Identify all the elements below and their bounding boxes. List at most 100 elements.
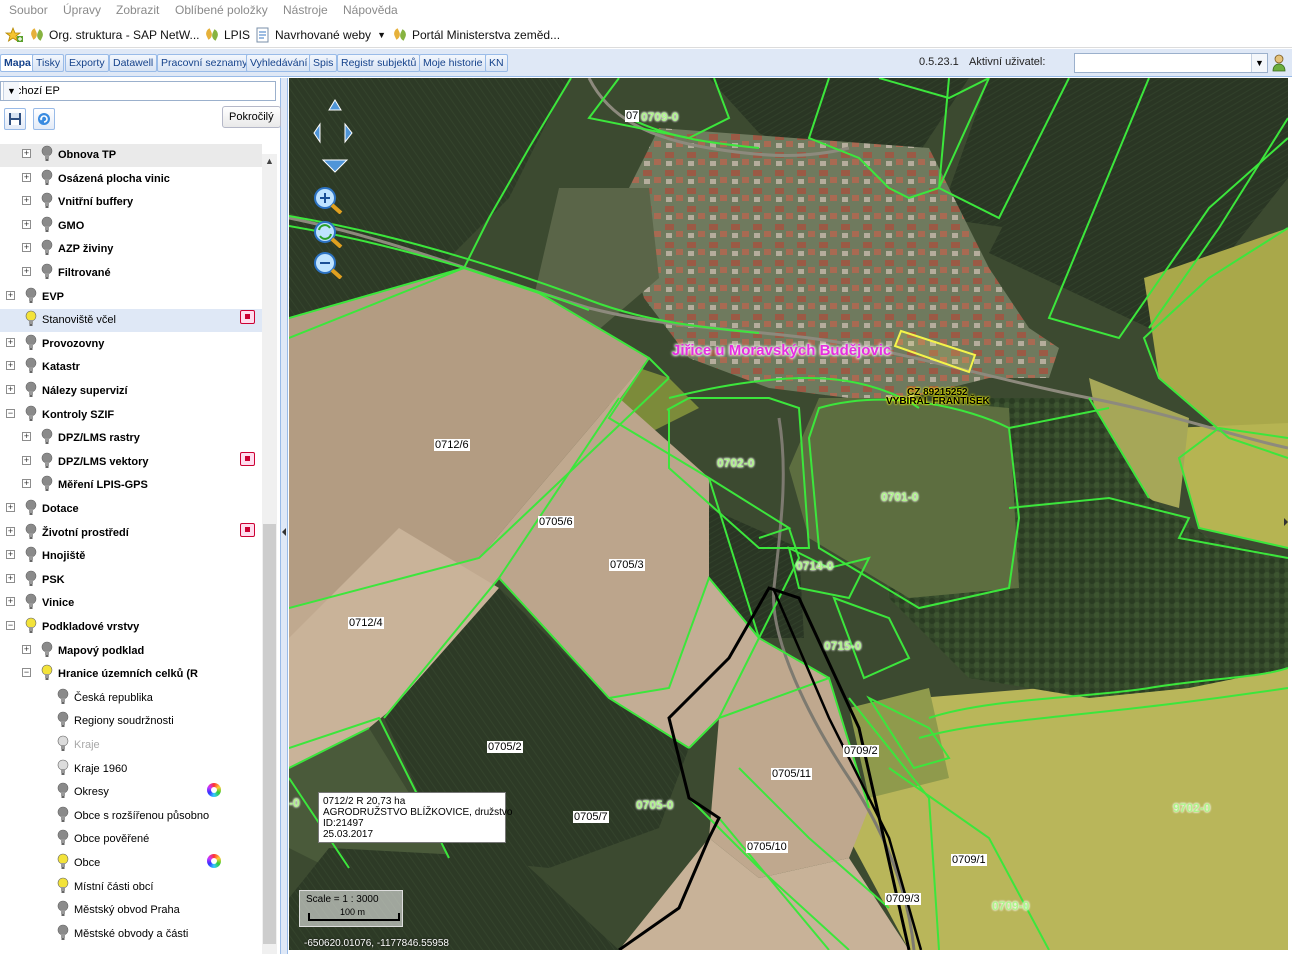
lightbulb-icon[interactable]	[25, 523, 37, 541]
layer-row[interactable]: + Katastr	[0, 356, 262, 379]
layer-settings-icon[interactable]	[240, 310, 255, 325]
layer-row[interactable]: − Kontroly SZIF	[0, 404, 262, 427]
layer-row[interactable]: + Osázená plocha vinic	[0, 168, 262, 191]
collapse-icon[interactable]: −	[6, 621, 15, 630]
collapse-arrow-icon[interactable]	[282, 528, 286, 536]
favorites-star-icon[interactable]	[5, 26, 23, 44]
layer-row[interactable]: + DPZ/LMS vektory	[0, 451, 262, 474]
layer-row[interactable]: + PSK	[0, 569, 262, 592]
lightbulb-icon[interactable]	[25, 593, 37, 611]
menu-nastroje[interactable]: Nástroje	[283, 3, 328, 17]
save-button[interactable]	[4, 108, 26, 130]
zoom-extent-icon[interactable]	[313, 220, 345, 248]
tab-exporty[interactable]: Exporty	[65, 54, 109, 72]
lightbulb-icon[interactable]	[57, 735, 69, 753]
map-view[interactable]: 07 0709-0 0712/6 0702-0 0701-0 0705/6 0705/3 07…	[289, 78, 1288, 950]
layer-row[interactable]: Obce s rozšířenou působno	[0, 805, 262, 828]
lightbulb-icon[interactable]	[41, 145, 53, 163]
layer-row[interactable]: + Provozovny	[0, 333, 262, 356]
layer-row[interactable]: Okresy	[0, 781, 262, 804]
menu-zobrazit[interactable]: Zobrazit	[116, 3, 159, 17]
collapse-icon[interactable]: −	[6, 408, 15, 418]
expand-icon[interactable]: +	[22, 455, 31, 465]
ep-select[interactable]: Výchozí EP ▼	[0, 81, 276, 101]
menu-soubor[interactable]: Soubor	[9, 3, 48, 17]
expand-icon[interactable]: +	[6, 337, 15, 347]
layer-row[interactable]: + AZP živiny	[0, 238, 262, 261]
lightbulb-icon[interactable]	[41, 664, 53, 682]
refresh-button[interactable]	[33, 108, 55, 130]
color-wheel-icon[interactable]	[207, 854, 221, 868]
lightbulb-icon[interactable]	[57, 711, 69, 729]
scroll-up-icon[interactable]: ▲	[262, 154, 277, 169]
pan-down-icon[interactable]	[321, 159, 349, 173]
collapse-icon[interactable]: −	[22, 668, 31, 678]
tab-tisky[interactable]: Tisky	[32, 54, 65, 72]
zoom-out-icon[interactable]	[313, 251, 345, 279]
expand-icon[interactable]: +	[22, 219, 31, 229]
color-wheel-icon[interactable]	[207, 783, 221, 798]
lightbulb-icon[interactable]	[25, 617, 37, 635]
expand-icon[interactable]: +	[6, 385, 15, 394]
layer-row[interactable]: + Dotace	[0, 498, 262, 521]
expand-icon[interactable]: +	[6, 361, 15, 371]
menu-upravy[interactable]: Úpravy	[63, 3, 101, 17]
expand-icon[interactable]: +	[22, 149, 31, 158]
lightbulb-icon[interactable]	[57, 806, 69, 824]
tree-scrollbar[interactable]: ▲	[262, 154, 277, 954]
lightbulb-icon[interactable]	[25, 499, 37, 517]
lightbulb-icon[interactable]	[25, 570, 37, 588]
lightbulb-icon[interactable]	[57, 782, 69, 800]
layer-row[interactable]: + Životní prostředí	[0, 522, 262, 545]
layer-row[interactable]: + EVP	[0, 286, 262, 309]
lightbulb-icon[interactable]	[57, 924, 69, 942]
layer-row[interactable]: + Vinice	[0, 592, 262, 615]
layer-row[interactable]: Místní části obcí	[0, 876, 262, 899]
collapse-right-icon[interactable]	[1284, 518, 1288, 526]
lightbulb-icon[interactable]	[25, 546, 37, 564]
lightbulb-icon[interactable]	[41, 428, 53, 446]
layer-row[interactable]: Regiony soudržnosti	[0, 710, 262, 733]
tab-moje-historie[interactable]: Moje historie	[419, 54, 487, 72]
pan-controls[interactable]	[311, 96, 359, 178]
layer-row[interactable]: − Podkladové vrstvy	[0, 616, 262, 639]
menu-oblibene[interactable]: Oblíbené položky	[175, 3, 268, 17]
lightbulb-icon[interactable]	[57, 829, 69, 847]
lightbulb-icon[interactable]	[57, 759, 69, 777]
layer-row[interactable]: Česká republika	[0, 687, 262, 710]
tab-pracovni-seznamy[interactable]: Pracovní seznamy	[157, 54, 252, 72]
layer-row[interactable]: + Filtrované	[0, 262, 262, 285]
lightbulb-icon[interactable]	[57, 877, 69, 895]
lightbulb-icon[interactable]	[41, 169, 53, 187]
layer-row[interactable]: + DPZ/LMS rastry	[0, 427, 262, 450]
tab-registr-subjektu[interactable]: Registr subjektů	[337, 54, 421, 72]
expand-icon[interactable]: +	[22, 172, 31, 182]
advanced-button[interactable]: Pokročilý	[222, 106, 281, 128]
layer-row[interactable]: Kraje	[0, 734, 262, 757]
tab-vyhledavani[interactable]: Vyhledávání	[246, 54, 312, 72]
lightbulb-icon[interactable]	[41, 641, 53, 659]
layer-row[interactable]: Stanoviště včel	[0, 309, 262, 333]
layer-row[interactable]: + Nálezy supervizí	[0, 380, 262, 403]
panel-splitter[interactable]	[281, 78, 288, 954]
tab-spis[interactable]: Spis	[309, 54, 338, 72]
expand-icon[interactable]: +	[22, 644, 31, 654]
fav-org-struktura[interactable]: Org. struktura - SAP NetW...	[30, 26, 200, 44]
lightbulb-icon[interactable]	[25, 287, 37, 305]
layer-row[interactable]: + Měření LPIS-GPS	[0, 474, 262, 497]
expand-icon[interactable]: +	[22, 479, 31, 489]
expand-icon[interactable]: +	[22, 267, 31, 276]
scrollbar-thumb[interactable]	[263, 524, 276, 944]
user-icon[interactable]	[1271, 54, 1287, 72]
tab-datawell[interactable]: Datawell	[109, 54, 158, 72]
layer-row[interactable]: Městské obvody a části	[0, 923, 262, 946]
layer-row[interactable]: Obce	[0, 852, 262, 875]
expand-icon[interactable]: +	[6, 597, 15, 607]
lightbulb-icon[interactable]	[41, 452, 53, 470]
lightbulb-icon[interactable]	[57, 900, 69, 918]
lightbulb-icon[interactable]	[57, 853, 69, 871]
lightbulb-icon[interactable]	[41, 192, 53, 210]
pan-up-icon[interactable]	[328, 99, 342, 111]
tab-mapa[interactable]: Mapa	[0, 54, 35, 72]
lightbulb-icon[interactable]	[41, 239, 53, 257]
